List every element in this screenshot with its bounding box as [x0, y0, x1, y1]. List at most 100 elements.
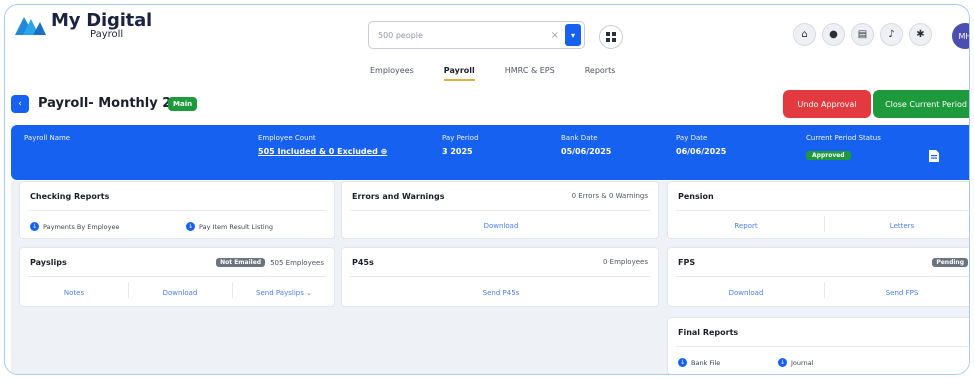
link-label: Pay Item Result Listing — [199, 222, 273, 231]
cards-area: Checking Reports ↓ Payments By Employee … — [11, 181, 969, 374]
tab-reports[interactable]: Reports — [585, 66, 616, 81]
email-status-badge: Not Emailed — [216, 258, 266, 267]
main-nav: Employees Payroll HMRC & EPS Reports — [370, 66, 645, 81]
settings-icon[interactable]: ✱ — [909, 23, 932, 46]
errors-summary: 0 Errors & 0 Warnings — [571, 192, 648, 200]
status-col: Current Period Status Approved — [806, 134, 881, 161]
status-badge: Approved — [806, 151, 851, 160]
pension-letters-link[interactable]: Letters — [824, 222, 969, 230]
undo-approval-button[interactable]: Undo Approval — [783, 90, 871, 118]
payroll-name-label: Payroll Name — [24, 134, 71, 142]
send-payslips-dropdown[interactable]: Send Payslips ⌄ — [232, 289, 336, 297]
card-title: Final Reports — [678, 328, 739, 337]
card-title: Checking Reports — [30, 192, 110, 201]
download-icon: ↓ — [186, 222, 195, 231]
company-icon[interactable]: ⌂ — [793, 23, 816, 46]
bank-date-col: Bank Date 05/06/2025 — [561, 134, 611, 156]
pay-item-result-link[interactable]: ↓ Pay Item Result Listing — [186, 222, 273, 231]
employee-count-link[interactable]: 505 Included & 0 Excluded ⊕ — [258, 147, 387, 156]
employee-count-col: Employee Count 505 Included & 0 Excluded… — [258, 134, 387, 156]
clear-icon[interactable]: × — [551, 30, 559, 41]
pay-date-col: Pay Date 06/06/2025 — [676, 134, 726, 156]
fps-download-link[interactable]: Download — [668, 289, 824, 297]
pension-card: Pension Report Letters — [667, 181, 969, 239]
journal-link[interactable]: ↓ Journal — [778, 358, 813, 367]
main-badge: Main — [168, 97, 198, 111]
search-value: 500 people — [378, 30, 423, 40]
page-title: Payroll- Monthly 2 — [38, 96, 172, 111]
divider — [28, 276, 326, 277]
app-window: My Digital Payroll 500 people × ▾ ⌂ ● ▤ … — [4, 4, 970, 375]
pay-date-label: Pay Date — [676, 134, 708, 142]
pay-period-label: Pay Period — [442, 134, 479, 142]
divider — [350, 210, 650, 211]
payroll-summary-banner: Payroll Name Employee Count 505 Included… — [11, 125, 969, 180]
pay-period-value: 3 2025 — [442, 147, 473, 156]
app-title: My Digital — [51, 10, 152, 31]
top-toolbar: ⌂ ● ▤ ♪ ✱ — [793, 23, 932, 46]
divider — [676, 346, 969, 347]
status-label: Current Period Status — [806, 134, 881, 142]
back-button[interactable]: ‹ — [11, 95, 29, 113]
card-title: FPS — [678, 258, 696, 267]
pay-date-value: 06/06/2025 — [676, 147, 727, 156]
p45s-count: 0 Employees — [603, 258, 648, 266]
tab-payroll[interactable]: Payroll — [443, 66, 475, 81]
download-icon: ↓ — [678, 358, 687, 367]
payslips-count: 505 Employees — [270, 258, 324, 267]
user-icon[interactable]: ● — [822, 23, 845, 46]
divider — [676, 276, 969, 277]
errors-warnings-card: Errors and Warnings 0 Errors & 0 Warning… — [341, 181, 659, 239]
bank-date-label: Bank Date — [561, 134, 598, 142]
send-p45s-link[interactable]: Send P45s — [342, 289, 660, 297]
divider — [676, 210, 969, 211]
logo-mark-icon — [15, 17, 46, 35]
app-logo[interactable]: My Digital — [13, 11, 152, 37]
apps-grid-button[interactable] — [599, 25, 623, 49]
fps-card: FPS Pending Download Send FPS — [667, 247, 969, 307]
info-icon: ⊕ — [380, 147, 388, 156]
payslips-meta: Not Emailed 505 Employees — [216, 258, 324, 267]
employee-count-value: 505 Included & 0 Excluded — [258, 147, 378, 156]
chevron-down-icon: ⌄ — [306, 289, 312, 297]
document-icon[interactable]: ▤ — [851, 23, 874, 46]
card-title: Errors and Warnings — [352, 192, 445, 201]
employee-count-label: Employee Count — [258, 134, 316, 142]
tab-hmrc-eps[interactable]: HMRC & EPS — [505, 66, 555, 81]
divider — [350, 276, 650, 277]
payslips-card: Payslips Not Emailed 505 Employees Notes… — [19, 247, 335, 307]
send-fps-link[interactable]: Send FPS — [824, 289, 969, 297]
link-label: Journal — [791, 358, 814, 367]
card-title: Pension — [678, 192, 714, 201]
bank-date-value: 05/06/2025 — [561, 147, 612, 156]
link-label: Payments By Employee — [43, 222, 120, 231]
card-title: Payslips — [30, 258, 67, 267]
pension-report-link[interactable]: Report — [668, 222, 824, 230]
download-icon: ↓ — [30, 222, 39, 231]
payments-by-employee-link[interactable]: ↓ Payments By Employee — [30, 222, 119, 231]
bank-file-link[interactable]: ↓ Bank File — [678, 358, 720, 367]
payroll-name-col: Payroll Name — [24, 134, 70, 142]
grid-icon — [606, 32, 616, 42]
dropdown-chevron-icon[interactable]: ▾ — [565, 24, 581, 46]
checking-reports-card: Checking Reports ↓ Payments By Employee … — [19, 181, 335, 239]
download-errors-link[interactable]: Download — [342, 222, 660, 230]
p45s-card: P45s 0 Employees Send P45s — [341, 247, 659, 307]
pay-period-col: Pay Period 3 2025 — [442, 134, 478, 156]
user-avatar[interactable]: MH — [952, 23, 969, 49]
report-document-icon[interactable] — [928, 149, 940, 163]
company-search[interactable]: 500 people × ▾ — [368, 21, 585, 49]
payslip-notes-link[interactable]: Notes — [20, 289, 128, 297]
final-reports-card: Final Reports ↓ Bank File ↓ Journal — [667, 317, 969, 374]
payslip-download-link[interactable]: Download — [128, 289, 232, 297]
download-icon: ↓ — [778, 358, 787, 367]
fps-status-badge: Pending — [932, 258, 968, 267]
tab-employees[interactable]: Employees — [370, 66, 414, 81]
card-title: P45s — [352, 258, 374, 267]
app-subtitle: Payroll — [90, 29, 124, 40]
divider — [28, 210, 326, 211]
bell-icon[interactable]: ♪ — [880, 23, 903, 46]
link-label: Bank File — [691, 358, 721, 367]
close-period-button[interactable]: Close Current Period — [873, 90, 969, 118]
fps-meta: Pending — [932, 258, 968, 267]
